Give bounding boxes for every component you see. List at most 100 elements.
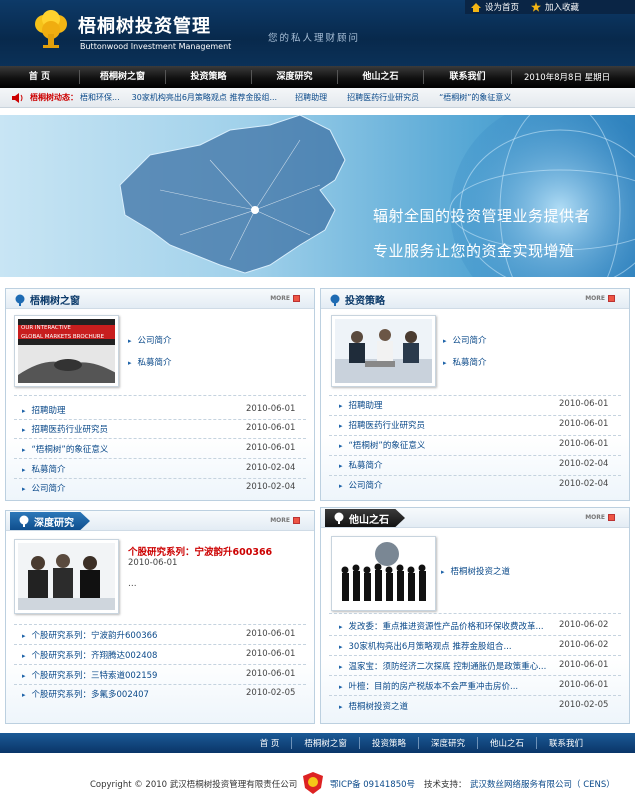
footer-link-home[interactable]: 首 页 bbox=[248, 737, 292, 749]
featured-article-ellipsis: ... bbox=[128, 579, 137, 589]
list-date: 2010-02-05 bbox=[559, 700, 609, 710]
ticker-item[interactable]: 梧和环保... bbox=[80, 92, 120, 103]
list-item[interactable]: 个股研究系列：齐翔腾达002408 bbox=[22, 649, 158, 661]
list-item[interactable]: 私募简介 bbox=[22, 463, 66, 475]
list-item[interactable]: “梧桐树”的象征意义 bbox=[22, 443, 109, 455]
list-item[interactable]: 公司简介 bbox=[22, 482, 66, 494]
list-date: 2010-06-01 bbox=[246, 404, 296, 414]
business-team-icon bbox=[18, 543, 115, 610]
ticker-item[interactable]: “梧桐树”的象征意义 bbox=[439, 92, 511, 103]
list-item[interactable]: 招聘医药行业研究员 bbox=[22, 423, 109, 435]
nav-home[interactable]: 首 页 bbox=[0, 70, 80, 84]
list-item[interactable]: 个股研究系列：三特索道002159 bbox=[22, 669, 158, 681]
nav-others[interactable]: 他山之石 bbox=[338, 70, 424, 84]
list-date: 2010-06-01 bbox=[246, 423, 296, 433]
nav-contact[interactable]: 联系我们 bbox=[424, 70, 512, 84]
footer-link-research[interactable]: 深度研究 bbox=[417, 737, 477, 749]
list-date: 2010-02-05 bbox=[246, 688, 296, 698]
list-item[interactable]: 招聘助理 bbox=[22, 404, 66, 416]
footer-nav: 首 页 梧桐树之窗 投资策略 深度研究 他山之石 联系我们 bbox=[0, 733, 635, 753]
list-date: 2010-06-01 bbox=[559, 680, 609, 690]
arrow-icon bbox=[608, 514, 615, 521]
list-item[interactable]: 温家宝：须防经济二次探底 控制通胀仍是政策重心... bbox=[339, 660, 547, 672]
support-label: 技术支持： bbox=[424, 780, 467, 790]
list-item[interactable]: “梧桐树”的象征意义 bbox=[339, 439, 426, 451]
arrow-icon bbox=[293, 517, 300, 524]
more-button[interactable]: MORE bbox=[585, 514, 615, 521]
tree-icon bbox=[330, 294, 340, 306]
panel-window: 梧桐树之窗 MORE OUR INTERACTIVE GLOBAL MARKET… bbox=[5, 288, 315, 501]
list-date: 2010-06-01 bbox=[246, 649, 296, 659]
icp-link[interactable]: 鄂ICP备 09141850号 bbox=[330, 778, 415, 790]
list-date: 2010-06-02 bbox=[559, 640, 609, 650]
more-button[interactable]: MORE bbox=[270, 517, 300, 524]
link-private-intro[interactable]: 私募简介 bbox=[128, 356, 172, 368]
support-link[interactable]: 武汉数丝网络服务有限公司（ CENS） bbox=[470, 778, 615, 790]
brochure-text-1: OUR INTERACTIVE bbox=[21, 325, 71, 331]
site-header: 梧桐树投资管理 Buttonwood Investment Management… bbox=[0, 0, 635, 66]
top-utility-bar: 设为首页 加入收藏 bbox=[465, 0, 635, 14]
link-company-intro[interactable]: 公司简介 bbox=[443, 334, 487, 346]
list-item[interactable]: 招聘助理 bbox=[339, 399, 383, 411]
speaker-icon bbox=[12, 93, 23, 103]
featured-article-date: 2010-06-01 bbox=[128, 558, 178, 568]
home-icon bbox=[471, 2, 481, 12]
list-date: 2010-02-04 bbox=[559, 459, 609, 469]
panel-title: 梧桐树之窗 bbox=[30, 296, 80, 307]
main-nav: 首 页 梧桐树之窗 投资策略 深度研究 他山之石 联系我们 2010年8月8日 … bbox=[0, 66, 635, 88]
logo-title-cn[interactable]: 梧桐树投资管理 bbox=[78, 12, 211, 38]
link-private-intro[interactable]: 私募简介 bbox=[443, 356, 487, 368]
ticker-item[interactable]: 30家机构亮出6月策略观点 推荐金股组... bbox=[132, 92, 277, 103]
list-item[interactable]: 个股研究系列：宁波韵升600366 bbox=[22, 629, 158, 641]
footer-link-window[interactable]: 梧桐树之窗 bbox=[291, 737, 359, 749]
nav-window[interactable]: 梧桐树之窗 bbox=[80, 70, 166, 84]
list-date: 2010-06-01 bbox=[559, 399, 609, 409]
list-date: 2010-02-04 bbox=[559, 479, 609, 489]
list-item[interactable]: 叶檀：目前的房产税版本不会严重冲击房价... bbox=[339, 680, 519, 692]
news-ticker: 梧桐树动态： 梧和环保... 30家机构亮出6月策略观点 推荐金股组... 招聘… bbox=[0, 88, 635, 108]
list-item[interactable]: 个股研究系列：多氟多002407 bbox=[22, 688, 149, 700]
footer-link-others[interactable]: 他山之石 bbox=[476, 737, 536, 749]
footer-link-strategy[interactable]: 投资策略 bbox=[358, 737, 418, 749]
more-button[interactable]: MORE bbox=[585, 295, 615, 302]
list-item[interactable]: 私募简介 bbox=[339, 459, 383, 471]
link-investment-way[interactable]: 梧桐树投资之道 bbox=[441, 565, 511, 577]
current-date: 2010年8月8日 星期日 bbox=[524, 73, 611, 83]
list-date: 2010-06-01 bbox=[559, 419, 609, 429]
ticker-item[interactable]: 招聘助理 bbox=[295, 92, 327, 103]
brochure-text-2: GLOBAL MARKETS BROCHURE bbox=[21, 334, 105, 340]
panel-strategy: 投资策略 MORE 公司简介 私募简介 招聘助理 2010-06-01 招聘医药… bbox=[320, 288, 630, 501]
tree-icon bbox=[19, 515, 29, 527]
list-item[interactable]: 公司简介 bbox=[339, 479, 383, 491]
list-date: 2010-06-01 bbox=[246, 669, 296, 679]
site-slogan: 您的私人理财顾问 bbox=[268, 33, 361, 44]
nav-strategy[interactable]: 投资策略 bbox=[166, 70, 252, 84]
list-date: 2010-06-01 bbox=[559, 439, 609, 449]
list-item[interactable]: 30家机构亮出6月策略观点 推荐金股组合... bbox=[339, 640, 512, 652]
panel-title: 深度研究 bbox=[34, 517, 74, 529]
panel-title: 投资策略 bbox=[345, 296, 385, 307]
list-item[interactable]: 发改委：重点推进资源性产品价格和环保收费改革... bbox=[339, 620, 544, 632]
nav-research[interactable]: 深度研究 bbox=[252, 70, 338, 84]
business-meeting-icon bbox=[335, 319, 432, 383]
featured-article-title[interactable]: 个股研究系列：宁波韵升600366 bbox=[128, 544, 272, 558]
set-home-link[interactable]: 设为首页 bbox=[485, 1, 519, 13]
tree-icon bbox=[334, 512, 344, 524]
list-date: 2010-02-04 bbox=[246, 463, 296, 473]
star-icon bbox=[531, 2, 542, 12]
ticker-item[interactable]: 招聘医药行业研究员 bbox=[347, 92, 419, 103]
ticker-label: 梧桐树动态： bbox=[30, 93, 78, 102]
banner-headline-2: 专业服务让您的资金实现增殖 bbox=[373, 242, 575, 260]
tree-logo-icon bbox=[35, 10, 67, 48]
link-company-intro[interactable]: 公司简介 bbox=[128, 334, 172, 346]
footer-link-contact[interactable]: 联系我们 bbox=[535, 737, 595, 749]
bookmark-link[interactable]: 加入收藏 bbox=[545, 1, 579, 13]
list-item[interactable]: 招聘医药行业研究员 bbox=[339, 419, 426, 431]
banner-headline-1: 辐射全国的投资管理业务提供者 bbox=[373, 207, 591, 225]
copyright-bar: Copyright © 2010 武汉梧桐树投资管理有限责任公司 鄂ICP备 0… bbox=[0, 772, 635, 794]
copyright-text: Copyright © 2010 武汉梧桐树投资管理有限责任公司 bbox=[90, 780, 298, 790]
people-silhouette-icon bbox=[335, 540, 432, 607]
list-date: 2010-06-02 bbox=[559, 620, 609, 630]
list-item[interactable]: 梧桐树投资之道 bbox=[339, 700, 409, 712]
more-button[interactable]: MORE bbox=[270, 295, 300, 302]
